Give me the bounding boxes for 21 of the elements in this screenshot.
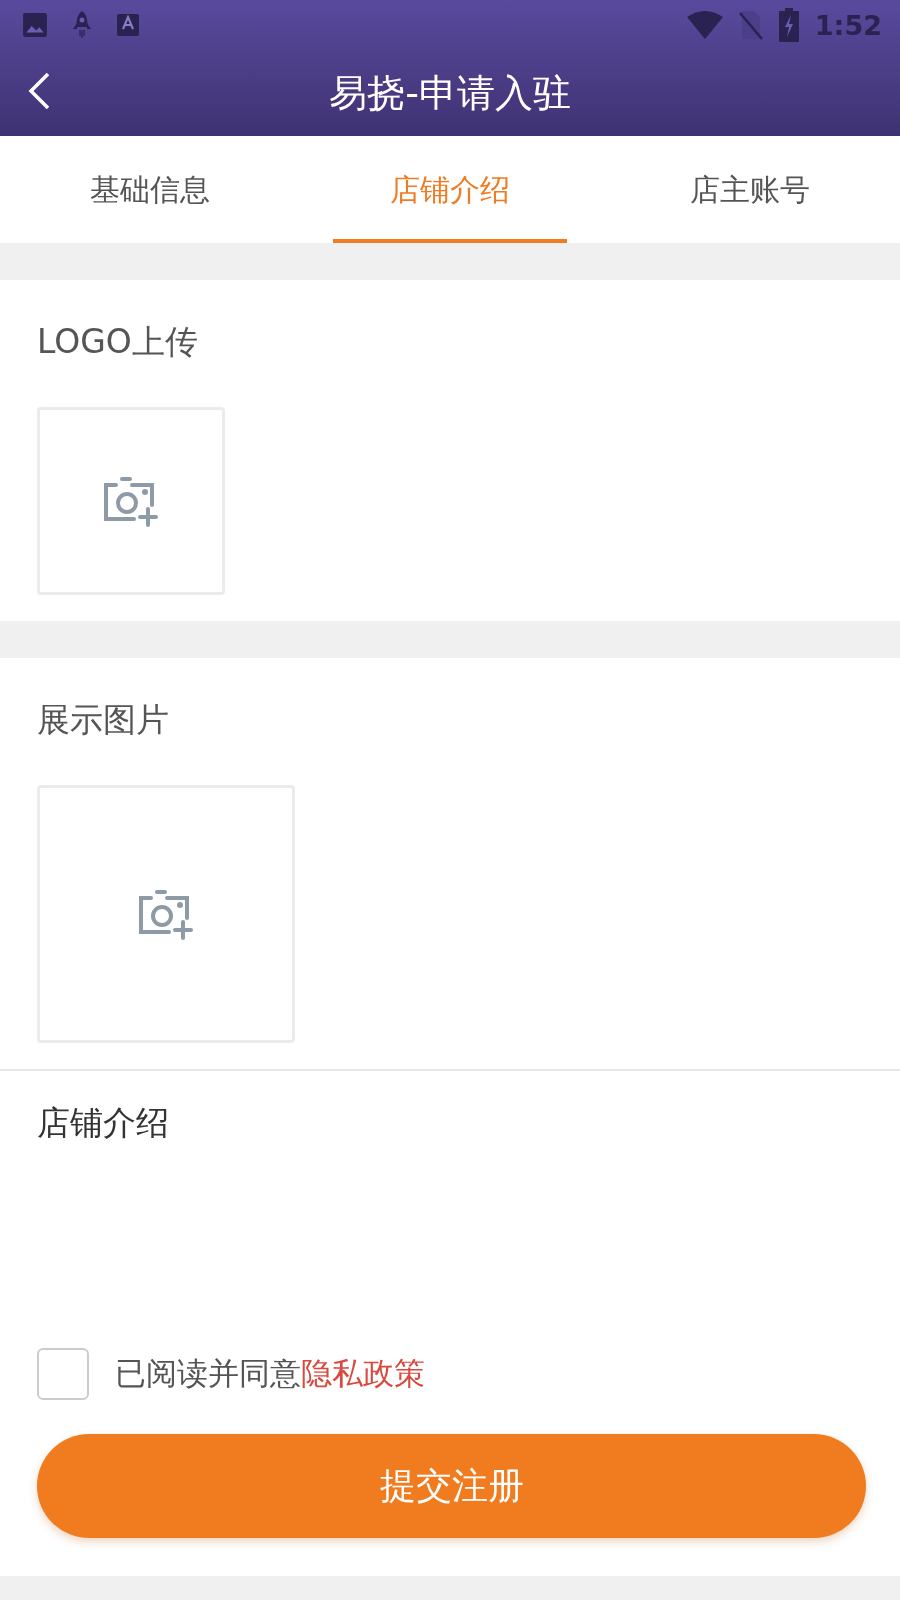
add-photo-icon	[102, 475, 160, 527]
section-label: 店铺介绍	[37, 1102, 170, 1144]
battery-charging-icon	[778, 8, 799, 42]
rocket-icon	[70, 10, 94, 40]
tab[interactable]: 基础信息	[33, 136, 267, 243]
status-time: 1:52	[814, 9, 882, 41]
agreement-text: 已阅读并同意隐私政策	[115, 1354, 425, 1393]
page-title: 易挠-申请入驻	[329, 69, 571, 117]
image-icon	[22, 12, 48, 38]
submit-button[interactable]: 提交注册	[37, 1434, 866, 1538]
back-icon	[28, 72, 50, 110]
section-label: 展示图片	[37, 699, 170, 741]
agree-checkbox[interactable]	[37, 1348, 89, 1400]
section-label: LOGO上传	[37, 321, 199, 363]
tab[interactable]: 店主账号	[633, 136, 867, 243]
font-icon	[116, 12, 140, 38]
photo-upload-box[interactable]	[37, 407, 225, 595]
add-photo-icon	[137, 888, 195, 940]
wifi-icon	[686, 11, 723, 39]
no-sim-icon	[738, 10, 763, 40]
privacy-policy-link[interactable]: 隐私政策	[301, 1355, 425, 1391]
